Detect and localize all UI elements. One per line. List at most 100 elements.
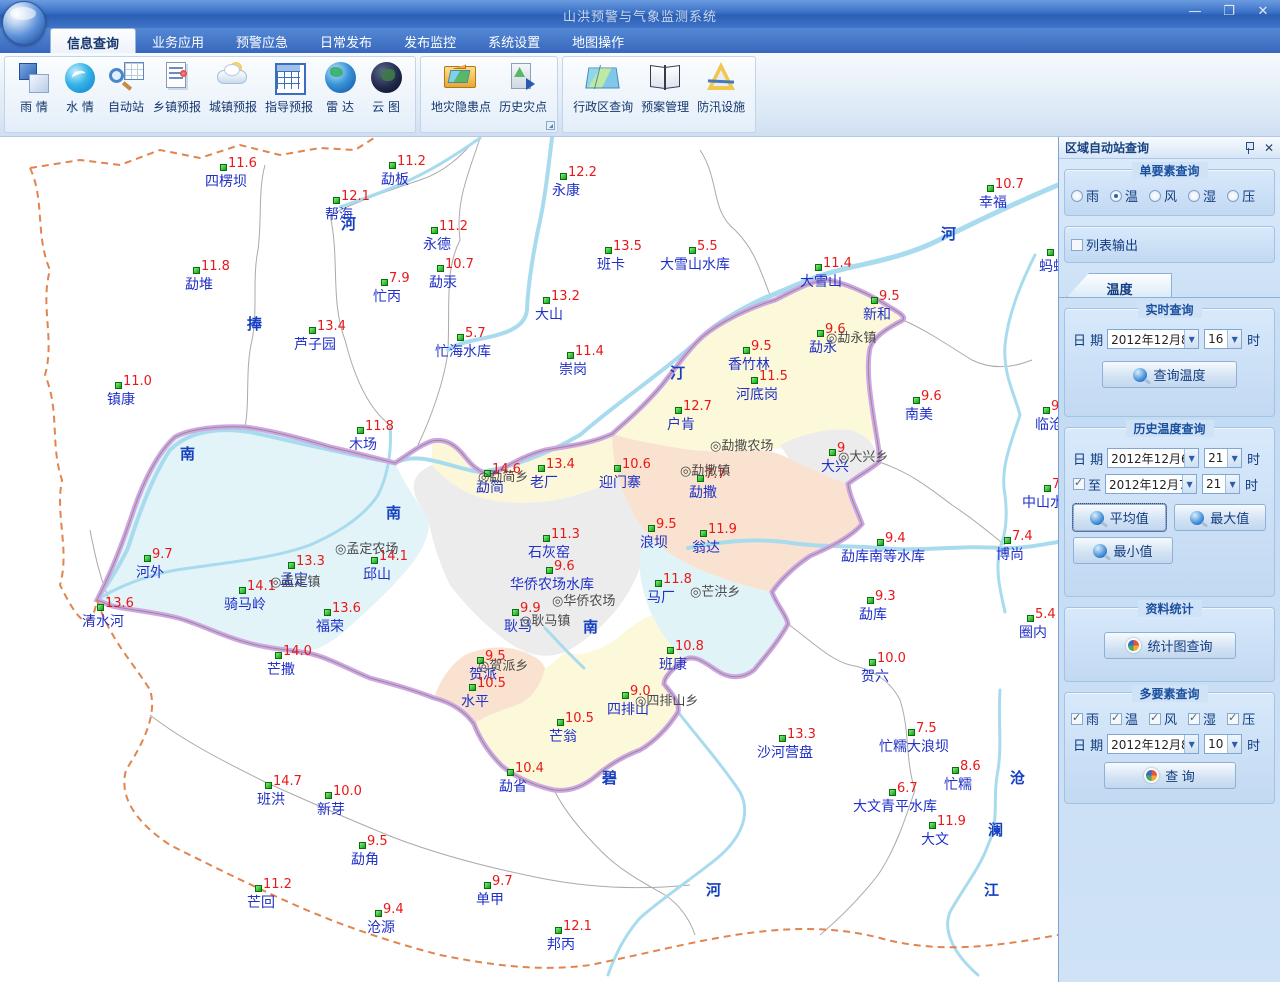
station-marker-勐库[interactable] bbox=[867, 597, 874, 604]
maximize-button[interactable]: ❐ bbox=[1220, 4, 1238, 19]
toolbar-button-防汛设施[interactable]: 防汛设施 bbox=[693, 59, 749, 116]
menu-tab-信息查询[interactable]: 信息查询 bbox=[50, 28, 136, 53]
menu-tab-发布监控[interactable]: 发布监控 bbox=[388, 28, 472, 53]
station-marker-镇康[interactable] bbox=[115, 382, 122, 389]
history-start-hour-combo[interactable]: 21 ▼ bbox=[1204, 448, 1242, 468]
toolbar-button-云图[interactable]: 云 图 bbox=[363, 59, 409, 116]
station-marker-勐简[interactable] bbox=[484, 470, 491, 477]
multi-hour-combo[interactable]: 10 ▼ bbox=[1204, 734, 1242, 754]
map-canvas[interactable]: 11.6四楞坝12.1帮海11.2勐板12.2永康11.2永德11.8勐堆13.… bbox=[0, 137, 1058, 982]
station-marker-迎门寨[interactable] bbox=[614, 465, 621, 472]
toolbar-button-自动站[interactable]: 自动站 bbox=[103, 59, 149, 116]
menu-tab-业务应用[interactable]: 业务应用 bbox=[136, 28, 220, 53]
station-marker-忙糯[interactable] bbox=[952, 767, 959, 774]
close-panel-icon[interactable]: ✕ bbox=[1264, 141, 1274, 155]
station-marker-勐汞[interactable] bbox=[437, 265, 444, 272]
station-marker-贺派[interactable] bbox=[477, 657, 484, 664]
station-marker-忙糯大浪坝[interactable] bbox=[908, 729, 915, 736]
station-marker-邦丙[interactable] bbox=[555, 927, 562, 934]
station-marker-勐堆[interactable] bbox=[193, 267, 200, 274]
station-marker-老厂[interactable] bbox=[538, 465, 545, 472]
toolbar-button-雨情[interactable]: 雨 情 bbox=[11, 59, 57, 116]
radio-icon[interactable] bbox=[1188, 190, 1200, 202]
toolbar-button-历史灾点[interactable]: 历史灾点 bbox=[495, 59, 551, 116]
statistics-chart-button[interactable]: 统计图查询 bbox=[1104, 632, 1236, 659]
checkbox-雨[interactable]: 雨 bbox=[1071, 709, 1099, 728]
station-marker-临沧[interactable] bbox=[1043, 407, 1050, 414]
history-start-date-combo[interactable]: 2012年12月6日 ▼ bbox=[1107, 448, 1199, 468]
station-marker-崇岗[interactable] bbox=[567, 352, 574, 359]
radio-湿[interactable]: 湿 bbox=[1188, 186, 1216, 205]
station-marker-忙海水库[interactable] bbox=[457, 334, 464, 341]
station-marker-幸福[interactable] bbox=[987, 185, 994, 192]
checkbox-icon[interactable] bbox=[1071, 239, 1083, 251]
chevron-down-icon[interactable]: ▼ bbox=[1227, 735, 1241, 753]
to-date-checkbox[interactable] bbox=[1073, 478, 1085, 490]
multi-date-combo[interactable]: 2012年12月8日 ▼ bbox=[1107, 734, 1199, 754]
checkbox-风[interactable]: 风 bbox=[1149, 709, 1177, 728]
station-marker-勐永[interactable] bbox=[817, 330, 824, 337]
station-marker-沧源[interactable] bbox=[375, 910, 382, 917]
radio-温[interactable]: 温 bbox=[1110, 186, 1138, 205]
station-marker-四楞坝[interactable] bbox=[220, 164, 227, 171]
station-marker-芒翁[interactable] bbox=[557, 719, 564, 726]
checkbox-压[interactable]: 压 bbox=[1227, 709, 1255, 728]
radio-icon[interactable] bbox=[1110, 190, 1122, 202]
menu-tab-日常发布[interactable]: 日常发布 bbox=[304, 28, 388, 53]
chevron-down-icon[interactable]: ▼ bbox=[1227, 449, 1241, 467]
station-marker-翁达[interactable] bbox=[700, 530, 707, 537]
station-marker-勐撒[interactable] bbox=[697, 475, 704, 482]
station-marker-博尚[interactable] bbox=[1004, 537, 1011, 544]
station-marker-永德[interactable] bbox=[431, 227, 438, 234]
toolbar-button-水情[interactable]: 水 情 bbox=[57, 59, 103, 116]
checkbox-icon[interactable] bbox=[1227, 713, 1239, 725]
radio-压[interactable]: 压 bbox=[1227, 186, 1255, 205]
station-marker-香竹林[interactable] bbox=[743, 347, 750, 354]
checkbox-湿[interactable]: 湿 bbox=[1188, 709, 1216, 728]
checkbox-icon[interactable] bbox=[1149, 713, 1161, 725]
toolbar-button-乡镇预报[interactable]: 乡镇预报 bbox=[149, 59, 205, 116]
station-marker-永康[interactable] bbox=[560, 173, 567, 180]
station-marker-孟定[interactable] bbox=[288, 562, 295, 569]
station-marker-大雪山水库[interactable] bbox=[689, 247, 696, 254]
station-marker-班洪[interactable] bbox=[265, 782, 272, 789]
chevron-down-icon[interactable]: ▼ bbox=[1227, 330, 1241, 348]
station-marker-户肯[interactable] bbox=[675, 407, 682, 414]
chevron-down-icon[interactable]: ▼ bbox=[1184, 330, 1198, 348]
station-marker-芦子园[interactable] bbox=[309, 327, 316, 334]
station-marker-四排山[interactable] bbox=[622, 692, 629, 699]
station-marker-新和[interactable] bbox=[871, 297, 878, 304]
history-end-hour-combo[interactable]: 21 ▼ bbox=[1202, 474, 1240, 494]
station-marker-大兴[interactable] bbox=[829, 449, 836, 456]
query-temperature-button[interactable]: 查询温度 bbox=[1102, 361, 1237, 388]
radio-icon[interactable] bbox=[1071, 190, 1083, 202]
realtime-hour-combo[interactable]: 16 ▼ bbox=[1204, 329, 1242, 349]
station-marker-大文青平水库[interactable] bbox=[889, 789, 896, 796]
multi-query-button[interactable]: 查 询 bbox=[1104, 762, 1236, 789]
station-marker-南美[interactable] bbox=[913, 397, 920, 404]
station-marker-马厂[interactable] bbox=[655, 580, 662, 587]
station-marker-华侨农场水库[interactable] bbox=[546, 567, 553, 574]
chevron-down-icon[interactable]: ▼ bbox=[1184, 735, 1198, 753]
checkbox-icon[interactable] bbox=[1188, 713, 1200, 725]
close-button[interactable]: ✕ bbox=[1254, 4, 1272, 19]
station-marker-石灰窑[interactable] bbox=[543, 535, 550, 542]
history-end-date-combo[interactable]: 2012年12月7日 ▼ bbox=[1105, 474, 1197, 494]
checkbox-icon[interactable] bbox=[1071, 713, 1083, 725]
toolbar-button-城镇预报[interactable]: 城镇预报 bbox=[205, 59, 261, 116]
station-marker-清水河[interactable] bbox=[97, 604, 104, 611]
station-marker-芒回[interactable] bbox=[255, 885, 262, 892]
station-marker-勐角[interactable] bbox=[359, 842, 366, 849]
min-value-button[interactable]: 最小值 bbox=[1073, 537, 1173, 564]
app-logo-orb[interactable] bbox=[2, 1, 46, 45]
station-marker-蚂蚁[interactable] bbox=[1047, 249, 1054, 256]
station-marker-班卡[interactable] bbox=[605, 247, 612, 254]
checkbox-icon[interactable] bbox=[1110, 713, 1122, 725]
station-marker-班康[interactable] bbox=[667, 647, 674, 654]
station-marker-新芽[interactable] bbox=[325, 792, 332, 799]
average-value-button[interactable]: 平均值 bbox=[1073, 504, 1166, 531]
station-marker-大山[interactable] bbox=[543, 297, 550, 304]
menu-tab-预警应急[interactable]: 预警应急 bbox=[220, 28, 304, 53]
station-marker-单甲[interactable] bbox=[484, 882, 491, 889]
station-marker-帮海[interactable] bbox=[333, 197, 340, 204]
